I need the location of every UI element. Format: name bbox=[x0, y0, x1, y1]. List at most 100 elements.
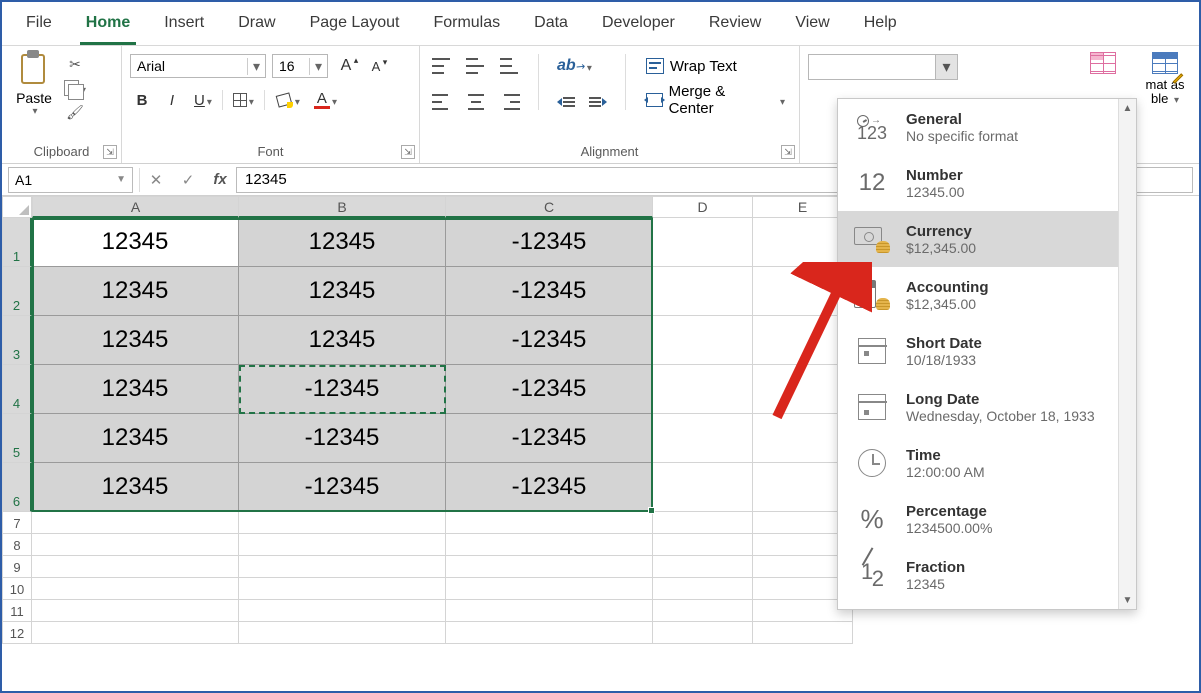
font-launcher-icon[interactable]: ⇲ bbox=[401, 145, 415, 159]
cell[interactable] bbox=[653, 600, 753, 622]
row-header[interactable]: 7 bbox=[2, 512, 32, 534]
cell[interactable]: -12345 bbox=[446, 463, 653, 512]
cell[interactable]: -12345 bbox=[446, 365, 653, 414]
paste-dropdown-icon[interactable] bbox=[10, 106, 58, 117]
cell[interactable] bbox=[753, 622, 853, 644]
cell[interactable] bbox=[446, 600, 653, 622]
cell[interactable] bbox=[653, 218, 753, 267]
tab-home[interactable]: Home bbox=[80, 10, 136, 45]
cell[interactable] bbox=[653, 365, 753, 414]
increase-indent-icon[interactable] bbox=[585, 90, 611, 114]
align-middle-icon[interactable] bbox=[462, 54, 490, 78]
select-all-corner[interactable] bbox=[2, 196, 32, 218]
cell[interactable]: 12345 bbox=[32, 463, 239, 512]
clipboard-launcher-icon[interactable]: ⇲ bbox=[103, 145, 117, 159]
font-size-combo[interactable]: 16▾ bbox=[272, 54, 328, 78]
cell[interactable]: -12345 bbox=[239, 414, 446, 463]
format-option-shortdate[interactable]: Short Date10/18/1933 bbox=[838, 323, 1136, 379]
column-header-C[interactable]: C bbox=[446, 196, 653, 218]
column-header-B[interactable]: B bbox=[239, 196, 446, 218]
align-top-icon[interactable] bbox=[428, 54, 456, 78]
cell[interactable] bbox=[446, 622, 653, 644]
scroll-down-icon[interactable]: ▼ bbox=[1119, 591, 1136, 609]
cell[interactable] bbox=[653, 534, 753, 556]
font-name-combo[interactable]: Arial▾ bbox=[130, 54, 266, 78]
cell[interactable] bbox=[239, 578, 446, 600]
cell[interactable] bbox=[653, 267, 753, 316]
cell[interactable] bbox=[653, 316, 753, 365]
cell[interactable] bbox=[239, 512, 446, 534]
column-header-A[interactable]: A bbox=[32, 196, 239, 218]
orientation-button[interactable]: ab↗ bbox=[553, 54, 596, 78]
format-option-time[interactable]: Time12:00:00 AM bbox=[838, 435, 1136, 491]
cell[interactable] bbox=[239, 534, 446, 556]
cell[interactable] bbox=[653, 556, 753, 578]
format-option-currency[interactable]: Currency$12,345.00 bbox=[838, 211, 1136, 267]
cell[interactable] bbox=[239, 622, 446, 644]
tab-help[interactable]: Help bbox=[858, 10, 903, 45]
popup-scrollbar[interactable]: ▲ ▼ bbox=[1118, 99, 1136, 609]
cell[interactable]: 12345 bbox=[32, 267, 239, 316]
cell[interactable]: -12345 bbox=[446, 218, 653, 267]
conditional-formatting-button[interactable] bbox=[1077, 50, 1129, 78]
column-header-D[interactable]: D bbox=[653, 196, 753, 218]
tab-page-layout[interactable]: Page Layout bbox=[304, 10, 406, 45]
cell[interactable] bbox=[653, 414, 753, 463]
paste-button[interactable]: Paste bbox=[10, 50, 58, 117]
decrease-indent-icon[interactable] bbox=[553, 90, 579, 114]
row-header[interactable]: 1 bbox=[2, 218, 32, 267]
tab-view[interactable]: View bbox=[789, 10, 835, 45]
wrap-text-button[interactable]: Wrap Text bbox=[640, 54, 791, 78]
row-header[interactable]: 2 bbox=[2, 267, 32, 316]
cell[interactable] bbox=[653, 512, 753, 534]
fx-icon[interactable]: fx bbox=[204, 167, 236, 193]
increase-font-icon[interactable]: A▴ bbox=[334, 54, 358, 78]
bold-button[interactable]: B bbox=[130, 88, 154, 112]
tab-formulas[interactable]: Formulas bbox=[427, 10, 506, 45]
row-header[interactable]: 6 bbox=[2, 463, 32, 512]
borders-button[interactable] bbox=[229, 88, 258, 112]
format-as-table-button[interactable]: mat as ble bbox=[1139, 50, 1191, 108]
cell[interactable] bbox=[32, 622, 239, 644]
format-option-percentage[interactable]: %Percentage1234500.00% bbox=[838, 491, 1136, 547]
cell[interactable]: 12345 bbox=[32, 414, 239, 463]
cell[interactable]: 12345 bbox=[32, 316, 239, 365]
cell[interactable] bbox=[653, 463, 753, 512]
format-option-longdate[interactable]: Long DateWednesday, October 18, 1933 bbox=[838, 379, 1136, 435]
italic-button[interactable]: I bbox=[160, 88, 184, 112]
cell[interactable] bbox=[239, 600, 446, 622]
cell[interactable] bbox=[446, 534, 653, 556]
row-header[interactable]: 4 bbox=[2, 365, 32, 414]
cell[interactable]: 12345 bbox=[239, 218, 446, 267]
align-left-icon[interactable] bbox=[428, 90, 456, 114]
cell[interactable] bbox=[653, 622, 753, 644]
cell[interactable] bbox=[32, 512, 239, 534]
cell[interactable]: -12345 bbox=[239, 463, 446, 512]
cell[interactable] bbox=[239, 556, 446, 578]
formula-accept-icon[interactable]: ✓ bbox=[172, 167, 204, 193]
align-bottom-icon[interactable] bbox=[496, 54, 524, 78]
decrease-font-icon[interactable]: A▾ bbox=[364, 54, 388, 78]
format-option-number[interactable]: 12Number12345.00 bbox=[838, 155, 1136, 211]
cell[interactable]: -12345 bbox=[446, 267, 653, 316]
fill-color-button[interactable] bbox=[271, 88, 304, 112]
tab-developer[interactable]: Developer bbox=[596, 10, 681, 45]
formula-cancel-icon[interactable]: ✕ bbox=[140, 167, 172, 193]
tab-draw[interactable]: Draw bbox=[232, 10, 281, 45]
format-option-general[interactable]: →123GeneralNo specific format bbox=[838, 99, 1136, 155]
cell[interactable]: 12345 bbox=[32, 218, 239, 267]
cut-icon[interactable] bbox=[64, 54, 86, 74]
cell[interactable]: 12345 bbox=[239, 267, 446, 316]
cell[interactable] bbox=[32, 600, 239, 622]
cell[interactable] bbox=[446, 578, 653, 600]
merge-center-button[interactable]: Merge & Center bbox=[640, 88, 791, 112]
number-format-combo[interactable]: ▾ bbox=[808, 54, 958, 80]
tab-file[interactable]: File bbox=[20, 10, 58, 45]
tab-insert[interactable]: Insert bbox=[158, 10, 210, 45]
name-box[interactable]: A1▼ bbox=[8, 167, 133, 193]
row-header[interactable]: 3 bbox=[2, 316, 32, 365]
row-header[interactable]: 11 bbox=[2, 600, 32, 622]
row-header[interactable]: 5 bbox=[2, 414, 32, 463]
format-painter-icon[interactable] bbox=[64, 102, 86, 122]
cell[interactable] bbox=[32, 534, 239, 556]
